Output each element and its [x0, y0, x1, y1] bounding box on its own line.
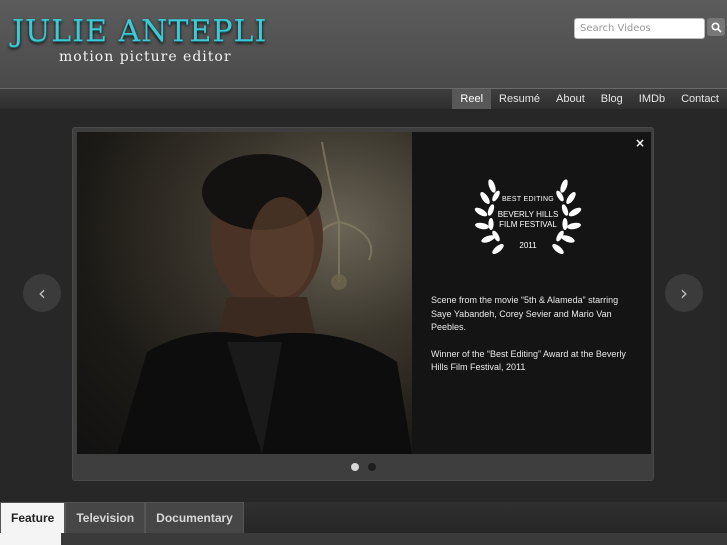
- site-logo-subtitle: motion picture editor: [59, 49, 232, 65]
- laurel-festival-line2: FILM FESTIVAL: [499, 220, 557, 229]
- active-tab-join: [0, 533, 61, 545]
- slide-caption: Scene from the movie “5th & Alameda” sta…: [431, 294, 641, 375]
- tab-content-edge: [0, 533, 727, 545]
- carousel-dot-1[interactable]: [351, 463, 359, 471]
- close-icon[interactable]: ×: [634, 136, 646, 150]
- search-button[interactable]: [707, 18, 725, 36]
- laurel-festival: BEVERLY HILLS FILM FESTIVAL: [472, 210, 584, 230]
- tab-documentary[interactable]: Documentary: [145, 502, 244, 533]
- carousel-next-button[interactable]: ›: [665, 274, 703, 312]
- caption-paragraph-1: Scene from the movie “5th & Alameda” sta…: [431, 295, 619, 332]
- laurel-year: 2011: [519, 241, 537, 250]
- tab-television[interactable]: Television: [65, 502, 146, 533]
- search-icon: [710, 21, 722, 33]
- slide-caption-panel: × BEST EDITING BEVERLY HILLS FILM FESTIV…: [412, 132, 651, 454]
- nav-item-reel[interactable]: Reel: [452, 89, 492, 109]
- main-nav: Reel Resumé About Blog IMDb Contact: [452, 89, 727, 109]
- caption-paragraph-2: Winner of the “Best Editing” Award at th…: [431, 348, 626, 373]
- slide-photo: [77, 132, 412, 454]
- actor-still-image: [117, 141, 412, 454]
- carousel-dot-2[interactable]: [368, 463, 376, 471]
- nav-item-blog[interactable]: Blog: [593, 89, 631, 109]
- tab-feature[interactable]: Feature: [0, 502, 66, 533]
- category-tabs-bar: Feature Television Documentary: [0, 502, 727, 545]
- laurel-festival-line1: BEVERLY HILLS: [497, 210, 559, 219]
- nav-item-about[interactable]: About: [548, 89, 593, 109]
- carousel-indicators: [351, 463, 376, 471]
- category-tabs: Feature Television Documentary: [0, 502, 244, 533]
- reel-carousel: × BEST EDITING BEVERLY HILLS FILM FESTIV…: [72, 127, 654, 481]
- reel-stage: ‹ › × BEST EDITING BEVERLY HILLS FILM FE…: [0, 109, 727, 502]
- nav-item-imdb[interactable]: IMDb: [631, 89, 673, 109]
- site-logo-title[interactable]: Julie Antepli: [12, 14, 267, 49]
- nav-item-resume[interactable]: Resumé: [491, 89, 548, 109]
- site-header: Julie Antepli motion picture editor: [0, 0, 727, 88]
- award-laurel: BEST EDITING BEVERLY HILLS FILM FESTIVAL…: [472, 176, 584, 260]
- carousel-prev-button[interactable]: ‹: [23, 274, 61, 312]
- laurel-award-name: BEST EDITING: [501, 196, 555, 203]
- main-navbar: Reel Resumé About Blog IMDb Contact: [0, 88, 727, 109]
- search-input[interactable]: [574, 18, 705, 39]
- nav-item-contact[interactable]: Contact: [673, 89, 727, 109]
